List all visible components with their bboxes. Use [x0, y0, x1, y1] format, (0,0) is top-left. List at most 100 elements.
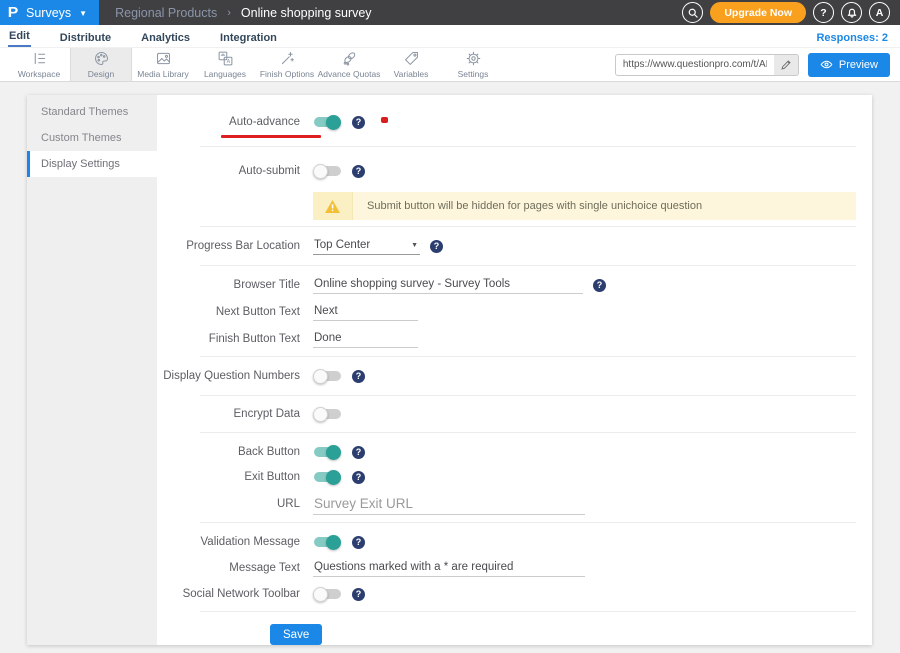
- social-network-toolbar-toggle[interactable]: [313, 587, 342, 602]
- progress-bar-select[interactable]: Top Center ▼: [313, 237, 420, 255]
- auto-submit-toggle[interactable]: [313, 164, 342, 179]
- chevron-down-icon: ▼: [411, 242, 418, 249]
- breadcrumb-current: Online shopping survey: [241, 6, 372, 20]
- validation-message-toggle[interactable]: [313, 535, 342, 550]
- exit-button-toggle[interactable]: [313, 470, 342, 485]
- progress-bar-value: Top Center: [314, 239, 370, 251]
- red-annotation-dot: [381, 117, 388, 123]
- toolbar-item-workspace[interactable]: Workspace: [8, 48, 70, 81]
- survey-url-input[interactable]: [616, 55, 774, 75]
- tab-analytics[interactable]: Analytics: [140, 29, 191, 47]
- toolbar-item-languages[interactable]: A Languages: [194, 48, 256, 81]
- auto-advance-toggle[interactable]: [313, 115, 342, 130]
- toolbar-item-variables[interactable]: Variables: [380, 48, 442, 81]
- next-button-text-input[interactable]: [313, 303, 418, 321]
- social-network-toolbar-help-icon[interactable]: [352, 588, 365, 601]
- back-button-toggle[interactable]: [313, 445, 342, 460]
- finish-options-wand-icon: [279, 50, 296, 67]
- exit-button-label: Exit Button: [157, 471, 300, 483]
- surveys-menu[interactable]: P Surveys ▼: [0, 0, 99, 25]
- exit-button-row: Exit Button: [157, 466, 872, 488]
- search-icon[interactable]: [682, 2, 703, 23]
- toolbar-item-media-library[interactable]: Media Library: [132, 48, 194, 81]
- display-settings-panel: Auto-advance Auto-submit: [157, 95, 872, 645]
- auto-advance-row: Auto-advance: [157, 111, 872, 133]
- media-library-icon: [155, 50, 172, 67]
- breadcrumb: Regional Products › Online shopping surv…: [115, 6, 371, 20]
- finish-button-text-label: Finish Button Text: [157, 333, 300, 345]
- workspace-icon: [31, 50, 48, 67]
- design-palette-icon: [93, 50, 110, 67]
- toolbar-item-design[interactable]: Design: [70, 48, 132, 81]
- tab-integration[interactable]: Integration: [219, 29, 278, 47]
- browser-title-help-icon[interactable]: [593, 279, 606, 292]
- message-text-input[interactable]: [313, 559, 585, 577]
- finish-button-text-row: Finish Button Text: [157, 328, 872, 350]
- preview-button[interactable]: Preview: [808, 53, 890, 77]
- sidebar-item-display-settings[interactable]: Display Settings: [27, 151, 157, 177]
- toolbar-item-advance-quotas[interactable]: Advance Quotas: [318, 48, 380, 81]
- exit-url-label: URL: [157, 498, 300, 510]
- warning-triangle-icon: [324, 199, 341, 214]
- exit-button-help-icon[interactable]: [352, 471, 365, 484]
- next-button-text-row: Next Button Text: [157, 301, 872, 323]
- sidebar-item-standard-themes[interactable]: Standard Themes: [27, 99, 157, 125]
- validation-message-help-icon[interactable]: [352, 536, 365, 549]
- auto-submit-row: Auto-submit: [157, 160, 872, 182]
- tab-distribute[interactable]: Distribute: [59, 29, 112, 47]
- auto-submit-label: Auto-submit: [157, 165, 300, 177]
- next-button-text-label: Next Button Text: [157, 306, 300, 318]
- edit-toolbar: Workspace Design Media Library A Languag…: [0, 47, 900, 82]
- tab-edit[interactable]: Edit: [8, 27, 31, 47]
- encrypt-data-toggle[interactable]: [313, 407, 342, 422]
- bell-icon[interactable]: [841, 2, 862, 23]
- auto-advance-label: Auto-advance: [157, 116, 300, 128]
- submit-hidden-warning: Submit button will be hidden for pages w…: [313, 192, 856, 220]
- auto-advance-help-icon[interactable]: [352, 116, 365, 129]
- progress-bar-label: Progress Bar Location: [157, 240, 300, 252]
- progress-bar-row: Progress Bar Location Top Center ▼: [157, 235, 872, 257]
- toolbar-item-finish-options[interactable]: Finish Options: [256, 48, 318, 81]
- advance-quotas-links-icon: [341, 50, 358, 67]
- message-text-row: Message Text: [157, 557, 872, 579]
- exit-url-row: URL: [157, 492, 872, 516]
- display-question-numbers-help-icon[interactable]: [352, 370, 365, 383]
- languages-icon: A: [217, 50, 234, 67]
- browser-title-label: Browser Title: [157, 279, 300, 291]
- toolbar-item-settings[interactable]: Settings: [442, 48, 504, 81]
- back-button-label: Back Button: [157, 446, 300, 458]
- variables-tag-icon: [403, 50, 420, 67]
- upgrade-now-button[interactable]: Upgrade Now: [710, 2, 806, 23]
- questionpro-logo: P: [8, 5, 19, 20]
- edit-url-pencil-icon[interactable]: [774, 55, 798, 75]
- back-button-help-icon[interactable]: [352, 446, 365, 459]
- survey-url-box: [615, 54, 799, 76]
- display-question-numbers-row: Display Question Numbers: [157, 365, 872, 387]
- social-network-toolbar-row: Social Network Toolbar: [157, 583, 872, 605]
- help-icon[interactable]: ?: [813, 2, 834, 23]
- exit-url-input[interactable]: [313, 494, 585, 515]
- validation-message-label: Validation Message: [157, 536, 300, 548]
- browser-title-row: Browser Title: [157, 274, 872, 296]
- finish-button-text-input[interactable]: [313, 330, 418, 348]
- survey-nav: Edit Distribute Analytics Integration Re…: [0, 25, 900, 47]
- settings-gear-icon: [465, 50, 482, 67]
- surveys-menu-label: Surveys: [26, 6, 71, 20]
- top-header: P Surveys ▼ Regional Products › Online s…: [0, 0, 900, 25]
- breadcrumb-parent[interactable]: Regional Products: [115, 6, 217, 20]
- breadcrumb-separator-icon: ›: [227, 7, 231, 19]
- save-button[interactable]: Save: [270, 624, 322, 645]
- social-network-toolbar-label: Social Network Toolbar: [157, 588, 300, 600]
- display-question-numbers-label: Display Question Numbers: [157, 370, 300, 382]
- sidebar-item-custom-themes[interactable]: Custom Themes: [27, 125, 157, 151]
- responses-count[interactable]: Responses: 2: [814, 29, 890, 47]
- back-button-row: Back Button: [157, 441, 872, 463]
- auto-submit-help-icon[interactable]: [352, 165, 365, 178]
- browser-title-input[interactable]: [313, 276, 583, 294]
- red-annotation-underline: [221, 135, 321, 138]
- display-question-numbers-toggle[interactable]: [313, 369, 342, 384]
- progress-bar-help-icon[interactable]: [430, 240, 443, 253]
- eye-icon: [820, 59, 833, 70]
- avatar[interactable]: A: [869, 2, 890, 23]
- design-sidebar: Standard Themes Custom Themes Display Se…: [27, 95, 157, 645]
